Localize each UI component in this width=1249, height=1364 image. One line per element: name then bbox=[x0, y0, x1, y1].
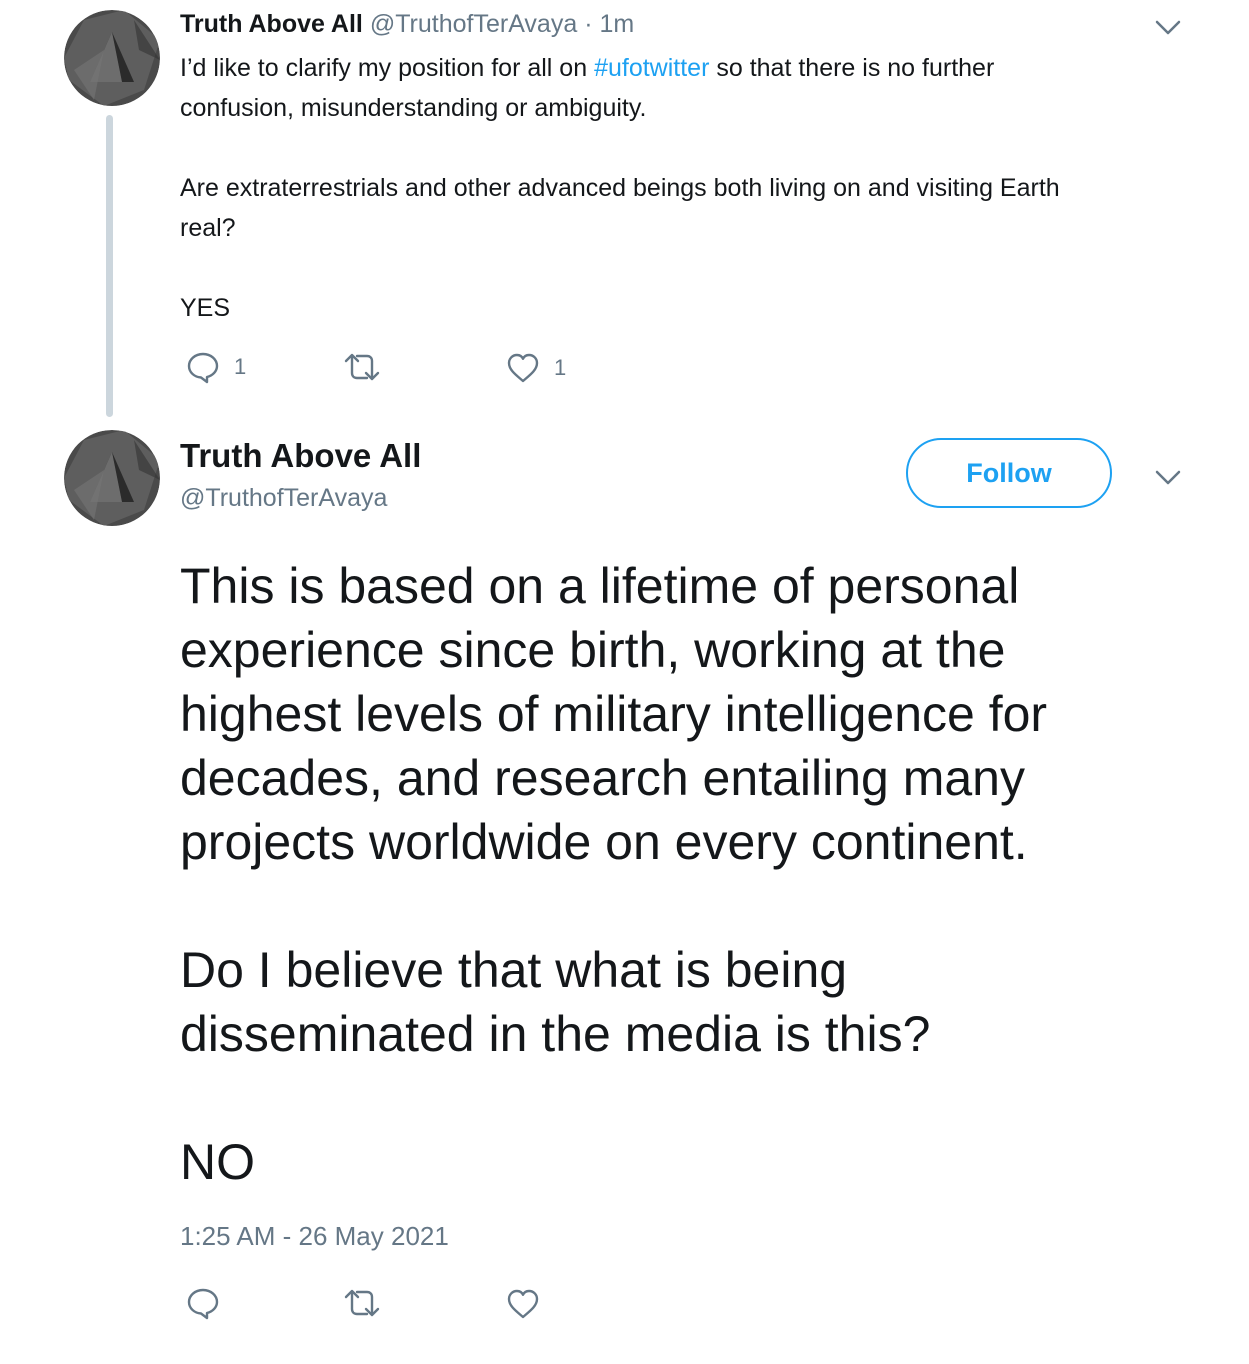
chevron-down-icon[interactable] bbox=[1153, 18, 1183, 38]
retweet-button[interactable] bbox=[343, 351, 381, 383]
tweet-text-line: experience since birth, working at the bbox=[180, 622, 1006, 678]
chevron-down-icon[interactable] bbox=[1153, 468, 1183, 488]
reply-button[interactable] bbox=[186, 1286, 220, 1320]
author-handle[interactable]: @TruthofTerAvaya bbox=[370, 10, 577, 38]
like-count: 1 bbox=[554, 355, 567, 380]
avatar[interactable] bbox=[64, 10, 160, 106]
tweet-text-line: YES bbox=[180, 294, 231, 322]
hashtag-link[interactable]: #ufotwitter bbox=[594, 54, 709, 82]
like-icon bbox=[507, 353, 539, 383]
tweet-text-segment: so that there is no further bbox=[709, 54, 995, 82]
retweet-icon bbox=[344, 1289, 380, 1317]
tweet-text: This is based on a lifetime of personal … bbox=[180, 554, 1230, 1194]
tweet-text-line: This is based on a lifetime of personal bbox=[180, 558, 1020, 614]
author-name[interactable]: Truth Above All bbox=[180, 436, 421, 476]
tweet-timestamp[interactable]: 1:25 AM - 26 May 2021 bbox=[180, 1220, 449, 1252]
like-icon bbox=[507, 1289, 539, 1319]
author-handle[interactable]: @TruthofTerAvaya bbox=[180, 482, 387, 514]
thread-connector-line bbox=[106, 115, 113, 417]
like-button[interactable] bbox=[506, 1288, 540, 1320]
tweet-text-line: projects worldwide on every continent. bbox=[180, 814, 1028, 870]
author-name[interactable]: Truth Above All bbox=[180, 10, 363, 38]
tweet-text-line: NO bbox=[180, 1134, 255, 1190]
tweet-text-line: Are extraterrestrials and other advanced… bbox=[180, 174, 1060, 202]
tweet-text-line: highest levels of military intelligence … bbox=[180, 686, 1048, 742]
reply-button[interactable]: 1 bbox=[186, 350, 246, 384]
avatar[interactable] bbox=[64, 430, 160, 526]
tweet-text-line: confusion, misunderstanding or ambiguity… bbox=[180, 94, 647, 122]
avatar-image bbox=[64, 430, 160, 526]
like-button[interactable]: 1 bbox=[506, 352, 566, 384]
reply-icon bbox=[187, 1288, 219, 1320]
retweet-button[interactable] bbox=[343, 1287, 381, 1319]
tweet-text-segment: I’d like to clarify my position for all … bbox=[180, 54, 595, 82]
tweet-header: Truth Above All @TruthofTerAvaya · 1m bbox=[180, 8, 634, 40]
tweet-text: I’d like to clarify my position for all … bbox=[180, 48, 1200, 328]
tweet-text-line: real? bbox=[180, 214, 236, 242]
reply-count: 1 bbox=[234, 354, 247, 379]
avatar-image bbox=[64, 10, 160, 106]
retweet-icon bbox=[344, 353, 380, 381]
tweet-time[interactable]: 1m bbox=[599, 10, 634, 38]
tweet-text-line: disseminated in the media is this? bbox=[180, 1006, 931, 1062]
separator-dot: · bbox=[584, 10, 593, 38]
tweet-text-line: Do I believe that what is being bbox=[180, 942, 848, 998]
reply-icon bbox=[187, 352, 219, 384]
tweet-text-line: decades, and research entailing many bbox=[180, 750, 1025, 806]
follow-button[interactable]: Follow bbox=[906, 438, 1112, 508]
